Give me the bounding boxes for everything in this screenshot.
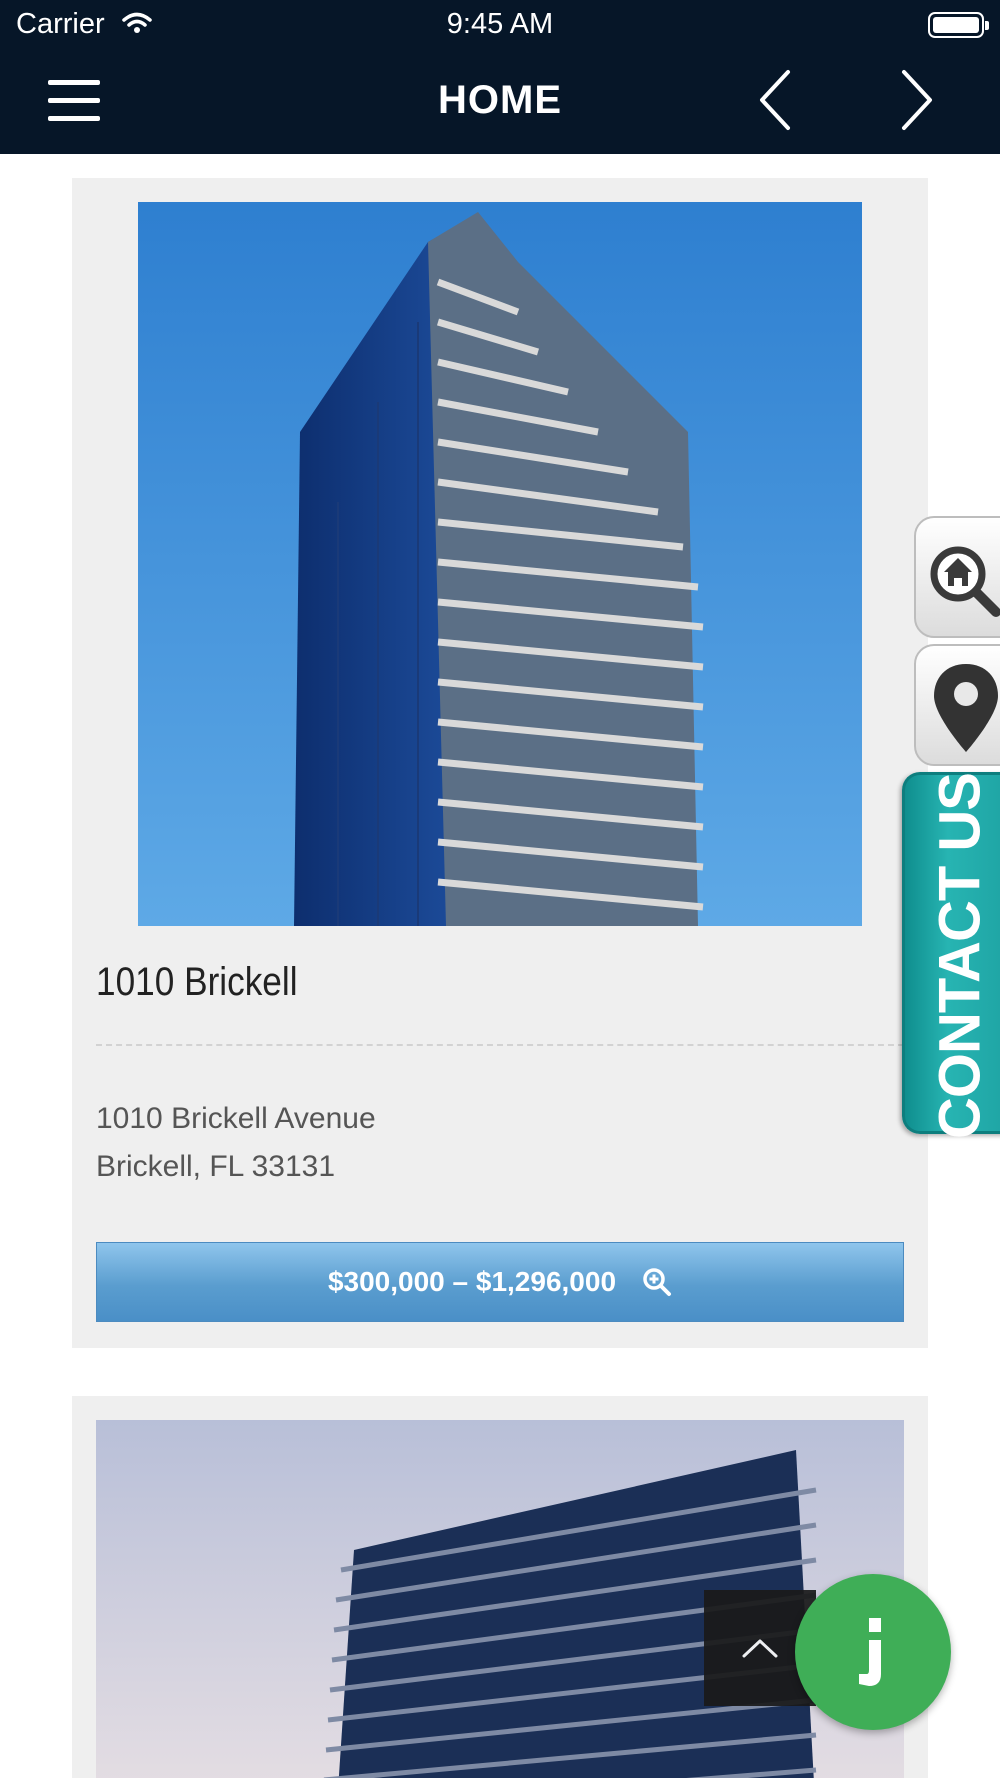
- property-search-tab[interactable]: [914, 516, 1000, 638]
- listing-title[interactable]: 1010 Brickell: [96, 960, 298, 1005]
- top-bar: Carrier 9:45 AM HOME: [0, 0, 1000, 154]
- page-title: HOME: [438, 78, 562, 122]
- status-time: 9:45 AM: [446, 8, 554, 40]
- map-location-tab[interactable]: [914, 644, 1000, 766]
- chat-button[interactable]: [795, 1574, 951, 1730]
- building-image: [138, 202, 862, 926]
- contact-us-tab[interactable]: CONTACT US: [902, 772, 1000, 1139]
- map-pin-icon: [934, 664, 998, 752]
- chevron-right-icon[interactable]: [894, 68, 938, 132]
- chevron-left-icon[interactable]: [754, 68, 798, 132]
- address-line-2: Brickell, FL 33131: [96, 1150, 336, 1183]
- battery-icon: [928, 12, 989, 38]
- contact-us-label: CONTACT US: [927, 773, 993, 1139]
- zoom-in-icon: [643, 1268, 672, 1296]
- chat-icon: [859, 1618, 881, 1686]
- status-bar: Carrier 9:45 AM: [0, 0, 1000, 50]
- price-range-button[interactable]: $300,000 – $1,296,000: [96, 1242, 904, 1322]
- chevron-up-icon: [742, 1639, 778, 1658]
- divider: [96, 1044, 904, 1046]
- address-line-1: 1010 Brickell Avenue: [96, 1102, 376, 1135]
- price-range-label: $300,000 – $1,296,000: [327, 1266, 617, 1297]
- listing-photo[interactable]: [138, 202, 862, 926]
- home-search-icon: [930, 546, 1000, 617]
- listing-card: 1010 Brickell 1010 Brickell Avenue Brick…: [72, 178, 928, 1348]
